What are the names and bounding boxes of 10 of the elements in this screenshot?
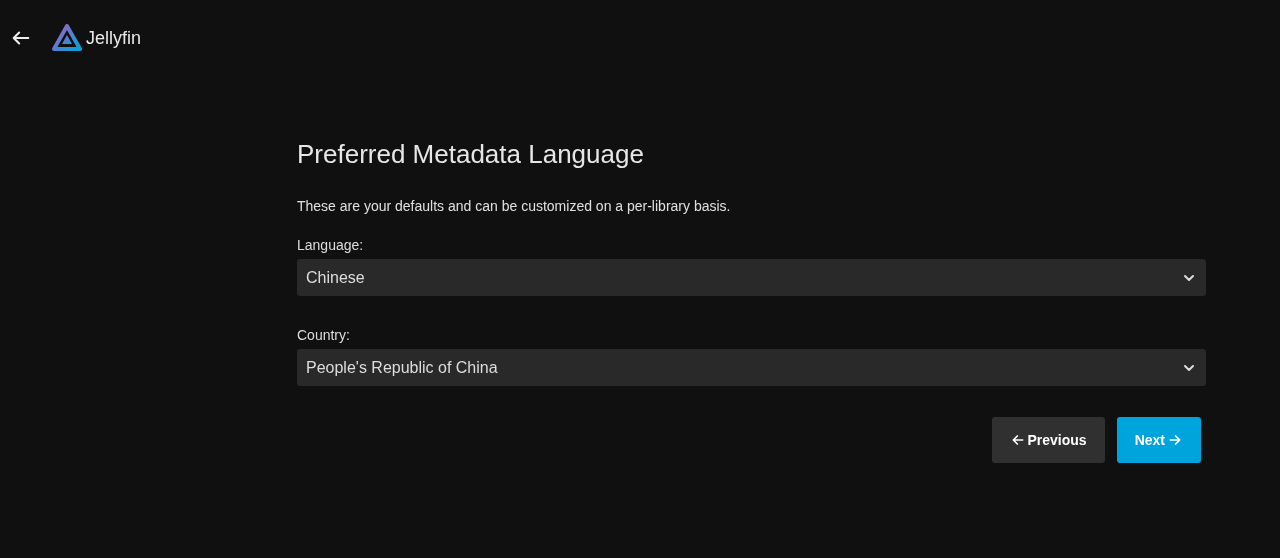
select-field[interactable]: Chinese xyxy=(297,259,1206,296)
page-title: Preferred Metadata Language xyxy=(297,139,645,170)
arrow-right-icon xyxy=(1167,432,1183,448)
description: These are your defaults and can be customized on a per-library basis. xyxy=(297,198,732,214)
logo-icon xyxy=(52,23,82,53)
select-field[interactable]: People's Republic of China xyxy=(297,349,1206,386)
field-label: Language: xyxy=(297,237,365,253)
previous-button[interactable]: Previous xyxy=(991,417,1105,463)
field-label: Country: xyxy=(297,327,351,343)
brand-name: Jellyfin xyxy=(86,27,142,49)
